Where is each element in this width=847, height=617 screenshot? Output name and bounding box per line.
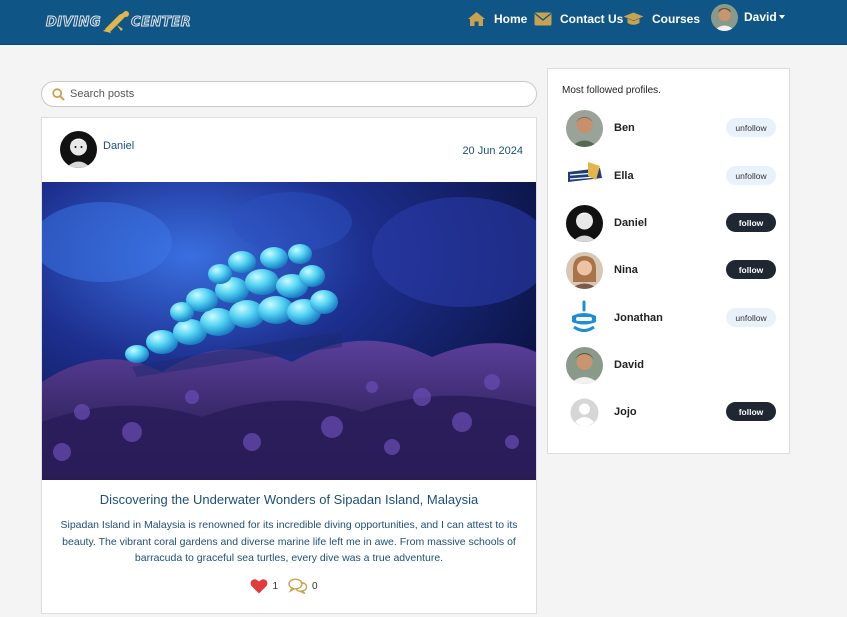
profile-row-jojo[interactable]: Jojo follow bbox=[566, 393, 776, 431]
follow-button[interactable]: follow bbox=[726, 402, 776, 421]
comments-icon[interactable] bbox=[288, 578, 308, 594]
default-avatar-icon bbox=[566, 394, 603, 431]
nav-courses-link[interactable]: Courses bbox=[623, 9, 700, 29]
profile-avatar bbox=[566, 299, 603, 337]
user-avatar bbox=[711, 3, 738, 31]
diving-center-logo[interactable]: DIVING CENTER bbox=[45, 8, 192, 36]
profile-avatar bbox=[566, 204, 603, 242]
most-followed-sidebar: Most followed profiles. Ben unfollow Ell… bbox=[547, 68, 790, 454]
profile-avatar bbox=[566, 251, 603, 289]
follow-button[interactable]: follow bbox=[726, 260, 776, 279]
profile-avatar bbox=[566, 157, 603, 195]
caret-down-icon bbox=[778, 15, 785, 19]
unfollow-button[interactable]: unfollow bbox=[726, 308, 776, 327]
envelope-icon bbox=[534, 12, 552, 26]
nav-home-link[interactable]: Home bbox=[467, 9, 527, 29]
comments-count: 0 bbox=[312, 580, 318, 592]
top-navbar: DIVING CENTER Home Contact Us Courses Da… bbox=[0, 0, 847, 45]
profile-name[interactable]: David bbox=[614, 359, 644, 371]
post-author-name[interactable]: Daniel bbox=[103, 140, 134, 152]
profile-row-ben[interactable]: Ben unfollow bbox=[566, 109, 776, 147]
profile-row-ella[interactable]: Ella unfollow bbox=[566, 157, 776, 195]
nav-contact-link[interactable]: Contact Us bbox=[534, 9, 623, 29]
profile-name[interactable]: Jojo bbox=[614, 406, 637, 418]
sidebar-title: Most followed profiles. bbox=[562, 85, 661, 96]
unfollow-button[interactable]: unfollow bbox=[726, 118, 776, 137]
profile-name[interactable]: Ella bbox=[614, 170, 634, 182]
search-bar[interactable] bbox=[41, 81, 537, 107]
profile-name[interactable]: Jonathan bbox=[614, 312, 663, 324]
nav-courses-label: Courses bbox=[652, 12, 701, 26]
profile-row-jonathan[interactable]: Jonathan unfollow bbox=[566, 299, 776, 337]
profile-row-david[interactable]: David bbox=[566, 346, 776, 384]
post-actions: 1 0 bbox=[42, 578, 536, 594]
profile-avatar bbox=[566, 346, 603, 384]
user-menu-dropdown[interactable]: David bbox=[711, 3, 785, 31]
post-date: 20 Jun 2024 bbox=[462, 145, 523, 157]
home-icon bbox=[468, 12, 485, 26]
post-card: Daniel 20 Jun 2024 Discovering the Under… bbox=[41, 117, 537, 614]
user-name: David bbox=[744, 10, 777, 24]
profile-row-nina[interactable]: Nina follow bbox=[566, 251, 776, 289]
profile-row-daniel[interactable]: Daniel follow bbox=[566, 204, 776, 242]
follow-button[interactable]: follow bbox=[726, 213, 776, 232]
nav-home-label: Home bbox=[494, 12, 528, 26]
profile-name[interactable]: Ben bbox=[614, 122, 635, 134]
logo-text-right: CENTER bbox=[131, 14, 192, 30]
unfollow-button[interactable]: unfollow bbox=[726, 166, 776, 185]
search-icon bbox=[52, 87, 65, 101]
profile-name[interactable]: Nina bbox=[614, 264, 638, 276]
post-body: Sipadan Island in Malaysia is renowned f… bbox=[60, 519, 518, 564]
search-input[interactable] bbox=[70, 88, 490, 100]
author-avatar bbox=[60, 131, 97, 168]
post-title[interactable]: Discovering the Underwater Wonders of Si… bbox=[42, 492, 536, 507]
profile-avatar bbox=[566, 109, 603, 147]
logo-text-left: DIVING bbox=[45, 14, 102, 30]
post-author[interactable]: Daniel bbox=[60, 131, 134, 168]
likes-count: 1 bbox=[272, 580, 278, 592]
nav-contact-label: Contact Us bbox=[560, 12, 624, 26]
diver-logo-icon bbox=[103, 11, 130, 33]
profile-name[interactable]: Daniel bbox=[614, 217, 647, 229]
post-image-coral[interactable] bbox=[42, 182, 536, 480]
graduation-cap-icon bbox=[623, 12, 644, 25]
heart-icon[interactable] bbox=[250, 578, 268, 594]
